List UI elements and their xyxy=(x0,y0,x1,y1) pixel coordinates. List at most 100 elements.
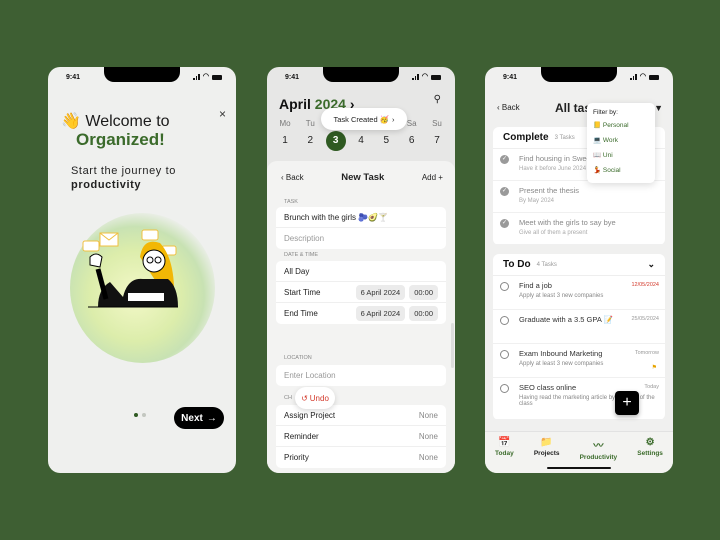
status-time: 9:41 xyxy=(503,74,518,81)
tab-label: Today xyxy=(495,450,514,457)
welcome-heading: 👋 Welcome to xyxy=(61,113,170,130)
onboarding-screen: 9:41 ◠ × 👋 Welcome to Organized! Start t… xyxy=(48,67,236,473)
notch xyxy=(323,67,399,82)
filter-option[interactable]: 📒 Personal xyxy=(593,121,649,136)
date-cell[interactable]: 4 xyxy=(349,131,373,151)
task-row[interactable]: ✓ Present the thesis By May 2024 xyxy=(493,181,665,213)
next-button[interactable]: Next → xyxy=(174,407,224,429)
date-cell[interactable]: 1 xyxy=(273,131,297,151)
filter-dropdown: Filter by: 📒 Personal 💻 Work 📖 Uni 💃 Social xyxy=(587,103,655,183)
back-button[interactable]: ‹ Back xyxy=(281,173,304,182)
home-indicator xyxy=(547,467,611,469)
productivity-icon: 〰 xyxy=(593,441,604,452)
checkbox-icon[interactable] xyxy=(500,384,509,393)
checkmark-icon[interactable]: ✓ xyxy=(500,219,509,228)
wifi-icon: ◠ xyxy=(639,73,646,80)
todo-count: 4 Tasks xyxy=(536,261,557,268)
end-time-picker[interactable]: 00:00 xyxy=(409,306,438,321)
woman-illustration xyxy=(82,229,178,308)
date-cell[interactable]: 6 xyxy=(400,131,424,151)
description-input[interactable]: Description xyxy=(276,228,446,249)
todo-header[interactable]: To Do 4 Tasks ⌄ xyxy=(493,254,665,276)
status-time: 9:41 xyxy=(285,74,300,81)
task-row[interactable]: Graduate with a 3.5 GPA 📝 25/05/2024 xyxy=(493,310,665,344)
back-label: Back xyxy=(285,173,304,182)
option-value: None xyxy=(418,410,438,420)
search-icon[interactable]: ⚲ xyxy=(434,94,441,105)
all-tasks-screen: 9:41 ◠ ‹ Back All tasks ▼ Complete 3 Task… xyxy=(485,67,673,473)
checkbox-icon[interactable] xyxy=(500,316,509,325)
task-subtitle: Give all of them a present xyxy=(519,230,588,236)
task-date: Tomorrow xyxy=(634,350,659,356)
option-label: Reminder xyxy=(284,431,319,441)
location-input[interactable]: Enter Location xyxy=(276,365,446,386)
option-row-priority[interactable]: Priority None xyxy=(276,447,446,468)
task-created-toast[interactable]: Task Created 🥳 › xyxy=(321,108,407,130)
todo-section: To Do 4 Tasks ⌄ Find a job Apply at least 3… xyxy=(493,254,665,420)
task-title: Present the thesis xyxy=(519,186,580,195)
end-date-picker[interactable]: 6 April 2024 xyxy=(355,306,406,321)
add-button[interactable]: Add + xyxy=(422,173,443,182)
checkmark-icon[interactable]: ✓ xyxy=(500,155,509,164)
filter-option[interactable]: 💻 Work xyxy=(593,136,649,151)
date-selected[interactable]: 3 xyxy=(325,131,346,151)
task-subtitle: Apply at least 3 new companies xyxy=(519,293,604,299)
notch xyxy=(104,67,180,82)
task-row[interactable]: SEO class online Having read the marketin… xyxy=(493,378,665,420)
undo-icon: ↺ xyxy=(301,393,308,403)
start-date-picker[interactable]: 6 April 2024 xyxy=(355,284,406,300)
checkmark-icon[interactable]: ✓ xyxy=(500,187,509,196)
battery-icon xyxy=(431,74,441,80)
option-value: None xyxy=(418,453,438,462)
complete-count: 3 Tasks xyxy=(554,134,575,141)
scrollbar[interactable] xyxy=(451,323,454,368)
task-title-input[interactable]: Brunch with the girls 🫐🥑🍸 xyxy=(276,207,446,228)
task-subtitle: Apply at least 3 new companies xyxy=(519,361,604,367)
flag-icon: ⚑ xyxy=(651,365,657,371)
all-day-toggle-row[interactable]: All Day xyxy=(276,261,446,282)
tab-settings[interactable]: ⚙ Settings xyxy=(637,437,663,473)
task-row[interactable]: Find a job Apply at least 3 new companies… xyxy=(493,276,665,310)
task-row[interactable]: ✓ Meet with the girls to say bye Give all … xyxy=(493,213,665,245)
close-icon[interactable]: × xyxy=(219,107,226,121)
tab-label: Productivity xyxy=(579,454,618,461)
start-time-picker[interactable]: 00:00 xyxy=(409,284,438,300)
start-time-label: Start Time xyxy=(284,287,321,297)
date-cell[interactable]: 7 xyxy=(425,131,449,151)
weekday-label: Mo xyxy=(279,119,291,128)
undo-button[interactable]: ↺ Undo xyxy=(295,387,335,409)
page-indicator xyxy=(134,413,146,417)
checkbox-icon[interactable] xyxy=(500,350,509,359)
undo-label: Undo xyxy=(309,393,329,403)
add-task-button[interactable]: + xyxy=(615,391,639,415)
option-row-reminder[interactable]: Reminder None xyxy=(276,426,446,447)
option-label: Priority xyxy=(284,453,309,462)
page-dot xyxy=(142,413,146,417)
back-button[interactable]: ‹ Back xyxy=(497,103,520,112)
wave-icon: 👋 xyxy=(61,113,81,130)
checkbox-icon[interactable] xyxy=(500,282,509,291)
chevron-down-icon: ⌄ xyxy=(647,259,655,269)
task-section-label: TASK xyxy=(284,199,298,205)
projects-icon: 📁 xyxy=(540,437,553,448)
date-cell[interactable]: 2 xyxy=(298,131,322,151)
today-icon: 📅 xyxy=(498,437,511,448)
battery-icon xyxy=(212,74,222,80)
date-cell[interactable]: 5 xyxy=(374,131,398,151)
subtitle-line1: Start the journey to xyxy=(71,165,176,177)
app-name: Organized! xyxy=(76,130,165,149)
option-value: None xyxy=(418,431,438,441)
date-row: 1234567 xyxy=(273,131,449,151)
tab-today[interactable]: 📅 Today xyxy=(495,437,514,473)
filter-icon[interactable]: ▼ xyxy=(654,103,663,113)
task-row[interactable]: Exam Inbound Marketing Apply at least 3 n… xyxy=(493,344,665,378)
location-section-label: LOCATION xyxy=(284,355,312,361)
task-title: Meet with the girls to say bye xyxy=(519,218,616,227)
end-time-label: End Time xyxy=(284,309,318,318)
tab-label: Projects xyxy=(533,450,560,457)
filter-option[interactable]: 📖 Uni xyxy=(593,151,649,166)
notch xyxy=(541,67,617,82)
task-subtitle: By May 2024 xyxy=(519,198,555,204)
wifi-icon: ◠ xyxy=(202,73,209,80)
filter-option[interactable]: 💃 Social xyxy=(593,166,649,181)
